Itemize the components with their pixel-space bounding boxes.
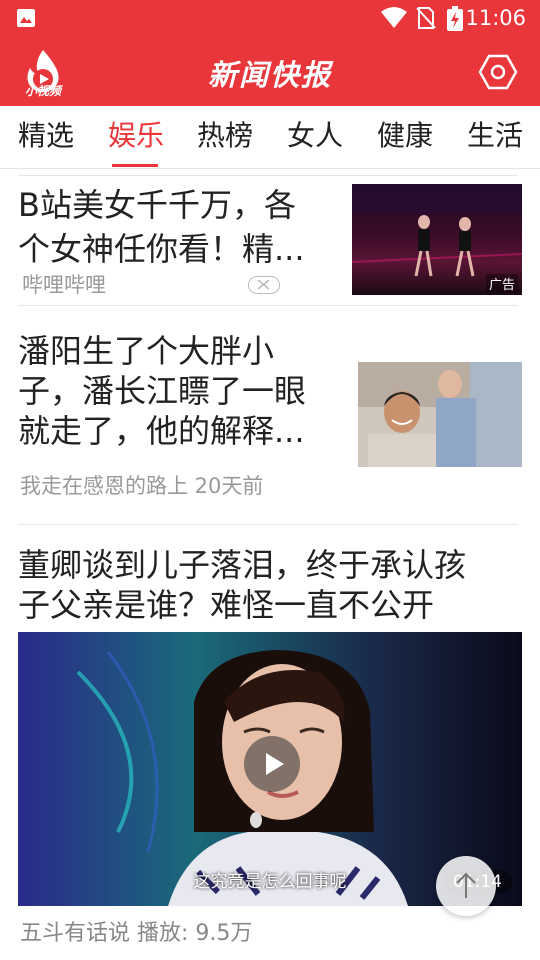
ad-label: 广告: [485, 274, 518, 293]
ad-thumbnail[interactable]: 广告: [352, 184, 522, 295]
wifi-icon: [381, 7, 407, 28]
image-notification-icon: [17, 9, 35, 27]
play-button[interactable]: [244, 736, 300, 792]
feed-divider: [18, 175, 518, 176]
tab-shenghuo[interactable]: 生活: [467, 118, 523, 154]
battery-charging-icon: [447, 6, 463, 31]
video-title-line[interactable]: 董卿谈到儿子落泪，终于承认孩: [18, 544, 466, 586]
active-tab-indicator: [112, 164, 158, 167]
tab-rebang[interactable]: 热榜: [197, 118, 253, 154]
article-thumbnail[interactable]: [358, 362, 522, 467]
settings-gear-icon[interactable]: [478, 52, 518, 92]
tab-nvren[interactable]: 女人: [287, 118, 343, 154]
tab-jiankang[interactable]: 健康: [377, 118, 433, 154]
status-bar: 11:06: [0, 0, 540, 36]
ad-title-line[interactable]: 个女神任你看！精...: [18, 228, 305, 270]
article-title-line[interactable]: 潘阳生了个大胖小: [18, 330, 274, 372]
app-header: 11:06 小视频 新闻快报: [0, 0, 540, 106]
feed-divider: [18, 524, 518, 525]
article-title-line[interactable]: 子，潘长江瞟了一眼: [18, 370, 306, 412]
article-meta: 我走在感恩的路上 20天前: [20, 474, 264, 498]
scroll-to-top-button[interactable]: [436, 856, 496, 916]
ad-source: 哔哩哔哩: [22, 273, 106, 297]
status-time: 11:06: [465, 6, 526, 30]
tab-jingxuan[interactable]: 精选: [18, 118, 74, 154]
video-meta: 五斗有话说 播放: 9.5万: [20, 921, 253, 946]
no-sim-icon: [416, 7, 436, 29]
video-title-line[interactable]: 子父亲是谁？难怪一直不公开: [18, 584, 434, 626]
category-tabs: 精选 娱乐 热榜 女人 健康 生活: [0, 106, 540, 169]
ad-title-line[interactable]: B站美女千千万，各: [18, 184, 296, 226]
arrow-up-icon: [456, 872, 476, 898]
app-title: 新闻快报: [207, 58, 332, 92]
feed-divider: [18, 305, 518, 306]
article-title-line[interactable]: 就走了，他的解释...: [18, 410, 305, 452]
tab-yule[interactable]: 娱乐: [108, 118, 164, 154]
dismiss-ad-button[interactable]: [248, 276, 280, 294]
